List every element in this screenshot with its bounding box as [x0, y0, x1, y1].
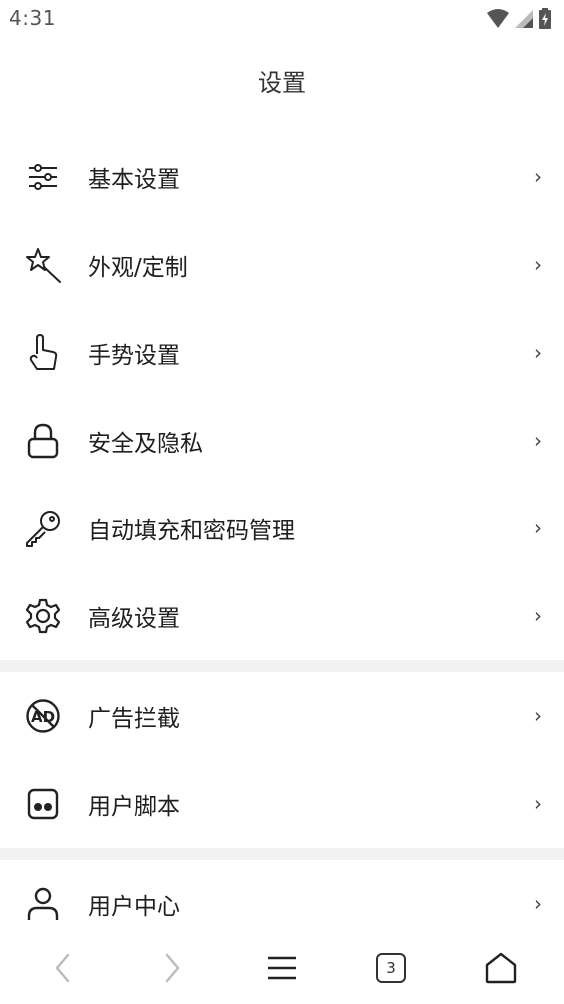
settings-item-appearance[interactable]: 外观/定制 › [0, 221, 564, 309]
gear-icon [24, 597, 62, 635]
chevron-right-icon: › [534, 252, 542, 277]
status-time: 4:31 [9, 6, 56, 30]
hand-pointer-icon [24, 334, 62, 372]
header: 设置 [0, 62, 564, 104]
chevron-right-icon: › [534, 791, 542, 816]
status-bar: 4:31 [0, 0, 564, 40]
menu-button[interactable] [260, 946, 304, 990]
chevron-left-icon [55, 953, 70, 983]
settings-item-advanced[interactable]: 高级设置 › [0, 572, 564, 660]
section-divider [0, 848, 564, 860]
chevron-right-icon: › [534, 515, 542, 540]
settings-item-label: 基本设置 [88, 167, 180, 193]
settings-item-label: 外观/定制 [88, 255, 188, 281]
status-icons [486, 8, 552, 30]
sliders-icon [24, 158, 62, 196]
tab-count-badge: 3 [376, 953, 406, 983]
ad-block-icon: AD [24, 697, 62, 735]
page-title: 设置 [258, 69, 306, 97]
settings-item-autofill-passwords[interactable]: 自动填充和密码管理 › [0, 484, 564, 572]
user-script-icon [24, 785, 62, 823]
settings-item-label: 用户中心 [88, 894, 180, 920]
section-divider [0, 660, 564, 672]
settings-item-ad-block[interactable]: AD 广告拦截 › [0, 672, 564, 760]
settings-item-user-scripts[interactable]: 用户脚本 › [0, 760, 564, 848]
settings-screen: 4:31 设置 基本设置 › 外观/定制 › 手势设置 › 安全及隐私 › 自动… [0, 0, 564, 1004]
magic-wand-icon [24, 246, 62, 284]
settings-item-gestures[interactable]: 手势设置 › [0, 309, 564, 397]
settings-item-label: 安全及隐私 [88, 431, 203, 457]
key-icon [24, 509, 62, 547]
settings-item-label: 高级设置 [88, 606, 180, 632]
chevron-right-icon: › [534, 428, 542, 453]
home-button[interactable] [479, 946, 523, 990]
battery-charging-icon [539, 8, 551, 29]
lock-icon [24, 422, 62, 460]
settings-item-security[interactable]: 安全及隐私 › [0, 397, 564, 485]
forward-button[interactable] [150, 946, 194, 990]
settings-item-label: 广告拦截 [88, 706, 180, 732]
chevron-right-icon: › [534, 603, 542, 628]
settings-item-basic[interactable]: 基本设置 › [0, 133, 564, 221]
bottom-navigation: 3 [0, 932, 564, 1004]
menu-icon [268, 956, 296, 980]
wifi-icon [487, 9, 509, 28]
settings-item-label: 自动填充和密码管理 [88, 518, 295, 544]
chevron-right-icon: › [534, 703, 542, 728]
back-button[interactable] [41, 946, 85, 990]
chevron-right-icon: › [534, 164, 542, 189]
settings-item-label: 用户脚本 [88, 794, 180, 820]
cell-signal-icon [515, 10, 533, 28]
chevron-right-icon [165, 953, 180, 983]
home-icon [485, 952, 517, 984]
user-icon [24, 885, 62, 923]
chevron-right-icon: › [534, 891, 542, 916]
settings-item-label: 手势设置 [88, 343, 180, 369]
chevron-right-icon: › [534, 340, 542, 365]
tabs-button[interactable]: 3 [369, 946, 413, 990]
